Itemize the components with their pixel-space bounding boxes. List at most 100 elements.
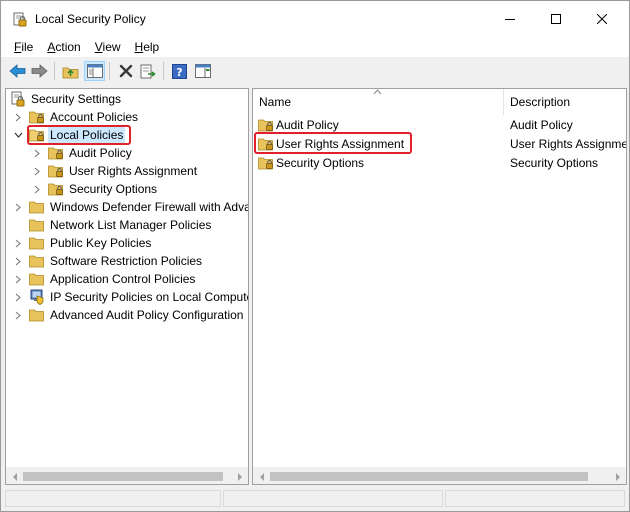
back-button[interactable] [7, 61, 28, 81]
chevron-right-icon[interactable] [13, 270, 23, 288]
forward-button[interactable] [29, 61, 50, 81]
close-button[interactable] [579, 1, 625, 37]
show-hide-action-pane-button[interactable] [192, 61, 213, 81]
list-item-description: Audit Policy [510, 117, 573, 132]
menu-file[interactable]: File [7, 37, 40, 57]
chevron-right-icon[interactable] [32, 144, 42, 162]
tree-item-advanced-audit-policy[interactable]: Advanced Audit Policy Configuration [13, 306, 245, 324]
sort-ascending-icon [373, 89, 382, 95]
chevron-right-icon[interactable] [13, 198, 23, 216]
close-icon [597, 14, 607, 24]
local-security-policy-window: Local Security Policy File Action View H… [0, 0, 630, 512]
tree-item-software-restriction[interactable]: Software Restriction Policies [13, 252, 204, 270]
folder-lock-icon [48, 145, 64, 161]
chevron-right-icon[interactable] [13, 108, 23, 126]
show-hide-action-pane-icon [194, 64, 211, 78]
tree-item-user-rights-assignment[interactable]: User Rights Assignment [32, 162, 199, 180]
tree-item-label: Windows Defender Firewall with Adva [50, 200, 249, 214]
tree-root-label: Security Settings [31, 92, 122, 106]
menu-help-label: elp [143, 40, 160, 54]
scroll-right-icon[interactable] [231, 468, 248, 484]
status-bar [5, 488, 627, 509]
scrollbar-thumb[interactable] [23, 472, 223, 481]
chevron-right-icon[interactable] [32, 162, 42, 180]
show-hide-tree-button[interactable] [84, 61, 105, 81]
list-item-name: Security Options [276, 155, 365, 170]
tree-item-label: IP Security Policies on Local Compute [50, 290, 249, 304]
scroll-left-icon[interactable] [253, 468, 270, 484]
show-hide-tree-icon [86, 64, 103, 78]
tree-item-network-list-manager[interactable]: Network List Manager Policies [13, 216, 213, 234]
menu-help-mnemonic: H [134, 40, 144, 54]
chevron-right-icon[interactable] [13, 234, 23, 252]
chevron-right-icon[interactable] [13, 306, 23, 324]
tree-horizontal-scrollbar[interactable] [6, 467, 248, 484]
tree-item-public-key-policies[interactable]: Public Key Policies [13, 234, 153, 252]
scrollbar-thumb[interactable] [270, 472, 588, 481]
menu-view[interactable]: View [88, 37, 128, 57]
chevron-right-icon[interactable] [13, 252, 23, 270]
svg-text:?: ? [176, 66, 182, 79]
delete-button[interactable] [115, 61, 136, 81]
tree-item-audit-policy[interactable]: Audit Policy [32, 144, 134, 162]
tree-item-label: Audit Policy [69, 146, 132, 160]
column-header-description[interactable]: Description [504, 89, 626, 115]
menu-help[interactable]: Help [128, 37, 167, 57]
tree-item-application-control[interactable]: Application Control Policies [13, 270, 197, 288]
details-pane[interactable]: Name Description Audit Policy Audit Poli… [252, 88, 627, 485]
toolbar-separator [54, 62, 55, 80]
tree-item-label: User Rights Assignment [69, 164, 198, 178]
folder-icon [29, 235, 45, 251]
folder-lock-icon [258, 117, 274, 133]
title-bar[interactable]: Local Security Policy [1, 1, 629, 37]
minimize-icon [505, 19, 515, 20]
tree-item-windows-defender-firewall[interactable]: Windows Defender Firewall with Adva [13, 198, 249, 216]
minimize-button[interactable] [487, 1, 533, 37]
help-button[interactable]: ? [169, 61, 190, 81]
tree-item-label: Advanced Audit Policy Configuration [50, 308, 244, 322]
up-folder-icon [62, 67, 79, 78]
list-item-description: User Rights Assignme [510, 136, 627, 151]
status-cell [223, 490, 443, 507]
menu-action-label: ction [55, 40, 81, 54]
menu-bar: File Action View Help [1, 37, 629, 57]
scroll-right-icon[interactable] [609, 468, 626, 484]
list-item-description: Security Options [510, 155, 599, 170]
up-one-level-button[interactable] [60, 61, 81, 81]
help-icon: ? [172, 63, 187, 79]
scroll-left-icon[interactable] [6, 468, 23, 484]
forward-arrow-icon [31, 64, 48, 78]
menu-action[interactable]: Action [40, 37, 87, 57]
folder-lock-icon [258, 155, 274, 171]
toolbar-separator [109, 62, 110, 80]
annotation-highlight-user-rights-assignment [254, 132, 412, 154]
status-cell [5, 490, 221, 507]
maximize-button[interactable] [533, 1, 579, 37]
export-list-button[interactable] [138, 61, 159, 81]
folder-lock-icon [29, 109, 45, 125]
details-horizontal-scrollbar[interactable] [253, 467, 626, 484]
tree-item-security-options[interactable]: Security Options [32, 180, 159, 198]
list-item-name: Audit Policy [276, 117, 339, 132]
security-settings-icon [10, 91, 26, 107]
delete-icon [119, 64, 132, 78]
toolbar-separator [163, 62, 164, 80]
tree-item-ip-security-policies[interactable]: IP Security Policies on Local Compute [13, 288, 249, 306]
chevron-right-icon[interactable] [32, 180, 42, 198]
export-list-icon [140, 64, 156, 78]
tree-root[interactable]: Security Settings [10, 90, 123, 108]
menu-view-mnemonic: V [94, 40, 103, 54]
tree-item-account-policies[interactable]: Account Policies [13, 108, 140, 126]
console-tree-pane[interactable]: Security Settings Account Policies Local… [5, 88, 249, 485]
folder-lock-icon [48, 163, 64, 179]
status-cell [445, 490, 625, 507]
chevron-right-icon[interactable] [13, 288, 23, 306]
annotation-highlight-local-policies [27, 125, 131, 145]
list-item[interactable]: Security Options [258, 153, 364, 172]
folder-icon [29, 307, 45, 323]
menu-file-label: ile [21, 40, 34, 54]
tree-item-label: Network List Manager Policies [50, 218, 212, 232]
maximize-icon [551, 14, 561, 24]
chevron-down-icon[interactable] [13, 126, 23, 144]
